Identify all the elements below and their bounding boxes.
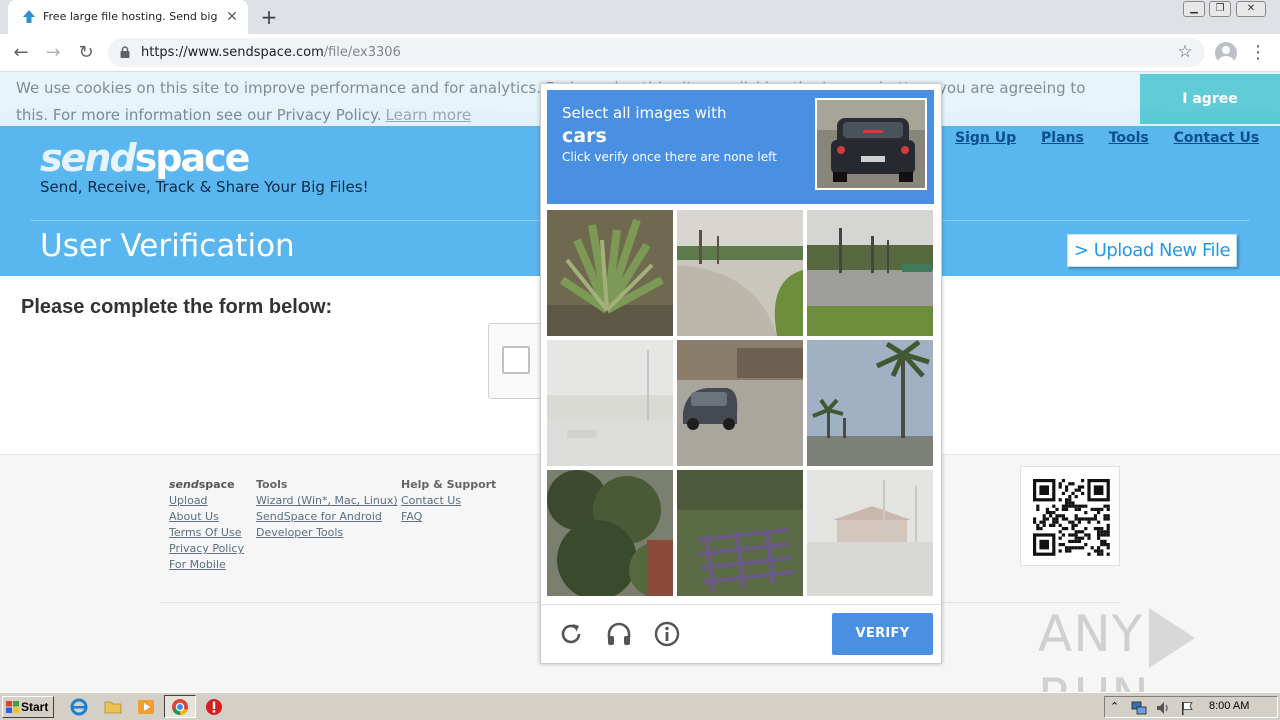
reload-page-icon[interactable]: ↻ xyxy=(75,42,97,64)
bookmark-star-icon[interactable]: ☆ xyxy=(1174,41,1196,63)
form-heading: Please complete the form below: xyxy=(21,296,333,318)
forward-arrow-icon[interactable]: → xyxy=(42,42,64,64)
captcha-tile-4[interactable] xyxy=(547,340,673,466)
media-player-icon[interactable] xyxy=(137,698,155,716)
browser-tab[interactable]: Free large file hosting. Send big files … xyxy=(8,0,248,34)
start-button[interactable]: Start xyxy=(2,696,54,718)
captcha-footer-divider xyxy=(541,604,941,605)
tray-expand-icon[interactable]: ⌃ xyxy=(1110,700,1119,713)
captcha-tile-7[interactable] xyxy=(547,470,673,596)
recaptcha-widget xyxy=(488,323,548,399)
recaptcha-checkbox[interactable] xyxy=(502,346,530,374)
tools-link[interactable]: Tools xyxy=(1109,130,1149,146)
footer-logo: sendspace xyxy=(169,478,235,491)
captcha-instructions: Select all images with cars Click verify… xyxy=(547,90,934,204)
back-arrow-icon[interactable]: ← xyxy=(10,42,32,64)
curving-road-image xyxy=(677,210,803,336)
metal-rack-in-grass-image xyxy=(677,470,803,596)
address-bar[interactable]: https://www.sendspace.com/file/ex3306 xyxy=(108,38,1205,67)
profile-avatar-icon[interactable] xyxy=(1215,42,1237,64)
internet-explorer-icon[interactable] xyxy=(70,698,88,716)
captcha-tile-5[interactable] xyxy=(677,340,803,466)
volume-icon[interactable] xyxy=(1155,700,1171,716)
footer-col-tools: Tools Wizard (Win*, Mac, Linux) SendSpac… xyxy=(256,477,398,541)
palm-shrub-image xyxy=(547,210,673,336)
windows-flag-icon xyxy=(6,701,19,713)
signup-link[interactable]: Sign Up xyxy=(955,130,1016,146)
car-on-street-image xyxy=(677,340,803,466)
footer-link-faq[interactable]: FAQ xyxy=(401,509,496,525)
tab-title: Free large file hosting. Send big files xyxy=(43,10,221,23)
qr-code-image xyxy=(1033,479,1110,556)
verify-button[interactable]: VERIFY xyxy=(832,613,933,655)
chrome-taskbar-button[interactable] xyxy=(164,695,196,718)
captcha-tile-2[interactable] xyxy=(677,210,803,336)
site-tagline: Send, Receive, Track & Share Your Big Fi… xyxy=(40,178,369,196)
system-tray: ⌃ 8:00 AM xyxy=(1104,696,1278,718)
sendspace-logo[interactable]: sendspace xyxy=(40,136,250,180)
footer-link-wizard[interactable]: Wizard (Win*, Mac, Linux) xyxy=(256,493,398,509)
footer-link-terms[interactable]: Terms Of Use xyxy=(169,525,244,541)
captcha-tile-3[interactable] xyxy=(807,210,933,336)
restore-window-icon[interactable]: ❐ xyxy=(1209,1,1231,17)
browser-menu-icon[interactable]: ⋮ xyxy=(1248,42,1268,64)
browser-toolbar: ← → ↻ https://www.sendspace.com/file/ex3… xyxy=(0,34,1280,72)
captcha-challenge: Select all images with cars Click verify… xyxy=(540,83,942,664)
new-tab-button[interactable]: + xyxy=(257,5,281,29)
page-title: User Verification xyxy=(40,228,295,264)
footer-link-privacy[interactable]: Privacy Policy xyxy=(169,541,244,557)
road-with-poles-image xyxy=(807,210,933,336)
lock-icon xyxy=(120,46,130,58)
captcha-target-word: cars xyxy=(562,125,607,147)
info-icon[interactable] xyxy=(653,620,681,648)
footer-link-mobile[interactable]: For Mobile xyxy=(169,557,244,573)
action-center-flag-icon[interactable] xyxy=(1179,700,1195,716)
captcha-instruction-text: Select all images with xyxy=(562,104,727,122)
captcha-hint-text: Click verify once there are none left xyxy=(562,150,777,164)
cookie-agree-button[interactable]: I agree xyxy=(1140,74,1280,124)
captcha-tile-9[interactable] xyxy=(807,470,933,596)
play-logo-icon xyxy=(1149,607,1196,668)
sample-car-image xyxy=(817,100,925,188)
faded-building-image xyxy=(807,470,933,596)
upload-new-file-button[interactable]: > Upload New File xyxy=(1067,234,1237,267)
taskbar-clock: 8:00 AM xyxy=(1209,700,1250,712)
captcha-tile-1[interactable] xyxy=(547,210,673,336)
footer-link-contact[interactable]: Contact Us xyxy=(401,493,496,509)
browser-tabstrip: Free large file hosting. Send big files … xyxy=(0,0,1280,34)
footer-col-sendspace: sendspace Upload About Us Terms Of Use P… xyxy=(169,477,244,573)
chrome-icon xyxy=(172,699,188,716)
footer-heading-tools: Tools xyxy=(256,478,288,491)
hedge-bushes-image xyxy=(547,470,673,596)
close-tab-icon[interactable]: ✕ xyxy=(223,8,241,26)
headphones-icon[interactable] xyxy=(605,620,633,648)
contact-link[interactable]: Contact Us xyxy=(1174,130,1260,146)
reload-icon[interactable] xyxy=(557,620,585,648)
minimize-window-icon[interactable]: ▁ xyxy=(1183,1,1205,17)
network-icon[interactable] xyxy=(1131,700,1147,716)
folder-icon[interactable] xyxy=(104,698,122,716)
footer-link-developer[interactable]: Developer Tools xyxy=(256,525,398,541)
qr-code xyxy=(1020,466,1120,566)
plans-link[interactable]: Plans xyxy=(1041,130,1084,146)
learn-more-link[interactable]: Learn more xyxy=(386,106,472,124)
footer-heading-help: Help & Support xyxy=(401,478,497,491)
captcha-tile-6[interactable] xyxy=(807,340,933,466)
faded-street-image xyxy=(547,340,673,466)
stop-sign-icon[interactable] xyxy=(205,698,223,716)
close-window-icon[interactable]: ✕ xyxy=(1236,1,1266,17)
captcha-sample-image xyxy=(815,98,927,190)
footer-link-android[interactable]: SendSpace for Android xyxy=(256,509,398,525)
footer-col-help: Help & Support Contact Us FAQ xyxy=(401,477,496,525)
captcha-image-grid xyxy=(547,210,937,600)
footer-link-upload[interactable]: Upload xyxy=(169,493,244,509)
footer-link-about[interactable]: About Us xyxy=(169,509,244,525)
windows-taskbar: Start ⌃ 8:00 AM xyxy=(0,692,1280,720)
sendspace-favicon-icon xyxy=(23,10,35,23)
anyrun-watermark: ANYRUN xyxy=(1038,605,1280,692)
captcha-tile-8[interactable] xyxy=(677,470,803,596)
top-nav: Sign Up Plans Tools Contact Us xyxy=(955,130,1279,146)
palm-trees-image xyxy=(807,340,933,466)
url-text[interactable]: https://www.sendspace.com/file/ex3306 xyxy=(141,45,401,60)
